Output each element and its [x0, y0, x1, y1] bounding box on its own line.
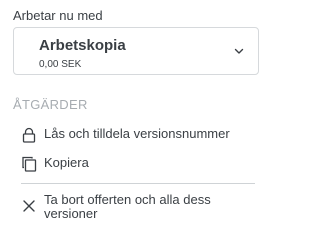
lock-and-assign-version-action[interactable]: Lås och tilldela versionsnummer [21, 127, 230, 143]
copy-action[interactable]: Kopiera [21, 156, 89, 172]
lock-icon [22, 127, 36, 143]
copy-label: Kopiera [44, 155, 89, 170]
delete-offer-label: Ta bort offerten och alla dess versioner [44, 192, 211, 221]
current-version-heading: Arbetar nu med [13, 8, 103, 23]
version-amount: 0,00 SEK [39, 59, 82, 70]
version-select[interactable]: Arbetskopia 0,00 SEK [13, 27, 259, 75]
chevron-down-icon [234, 48, 244, 54]
copy-icon [22, 156, 37, 172]
actions-heading: ÅTGÄRDER [13, 97, 88, 112]
version-name: Arbetskopia [39, 37, 126, 54]
close-icon [23, 200, 35, 212]
divider [21, 183, 255, 184]
lock-and-assign-version-label: Lås och tilldela versionsnummer [44, 126, 230, 141]
delete-offer-action[interactable]: Ta bort offerten och alla dess versioner [21, 193, 264, 221]
